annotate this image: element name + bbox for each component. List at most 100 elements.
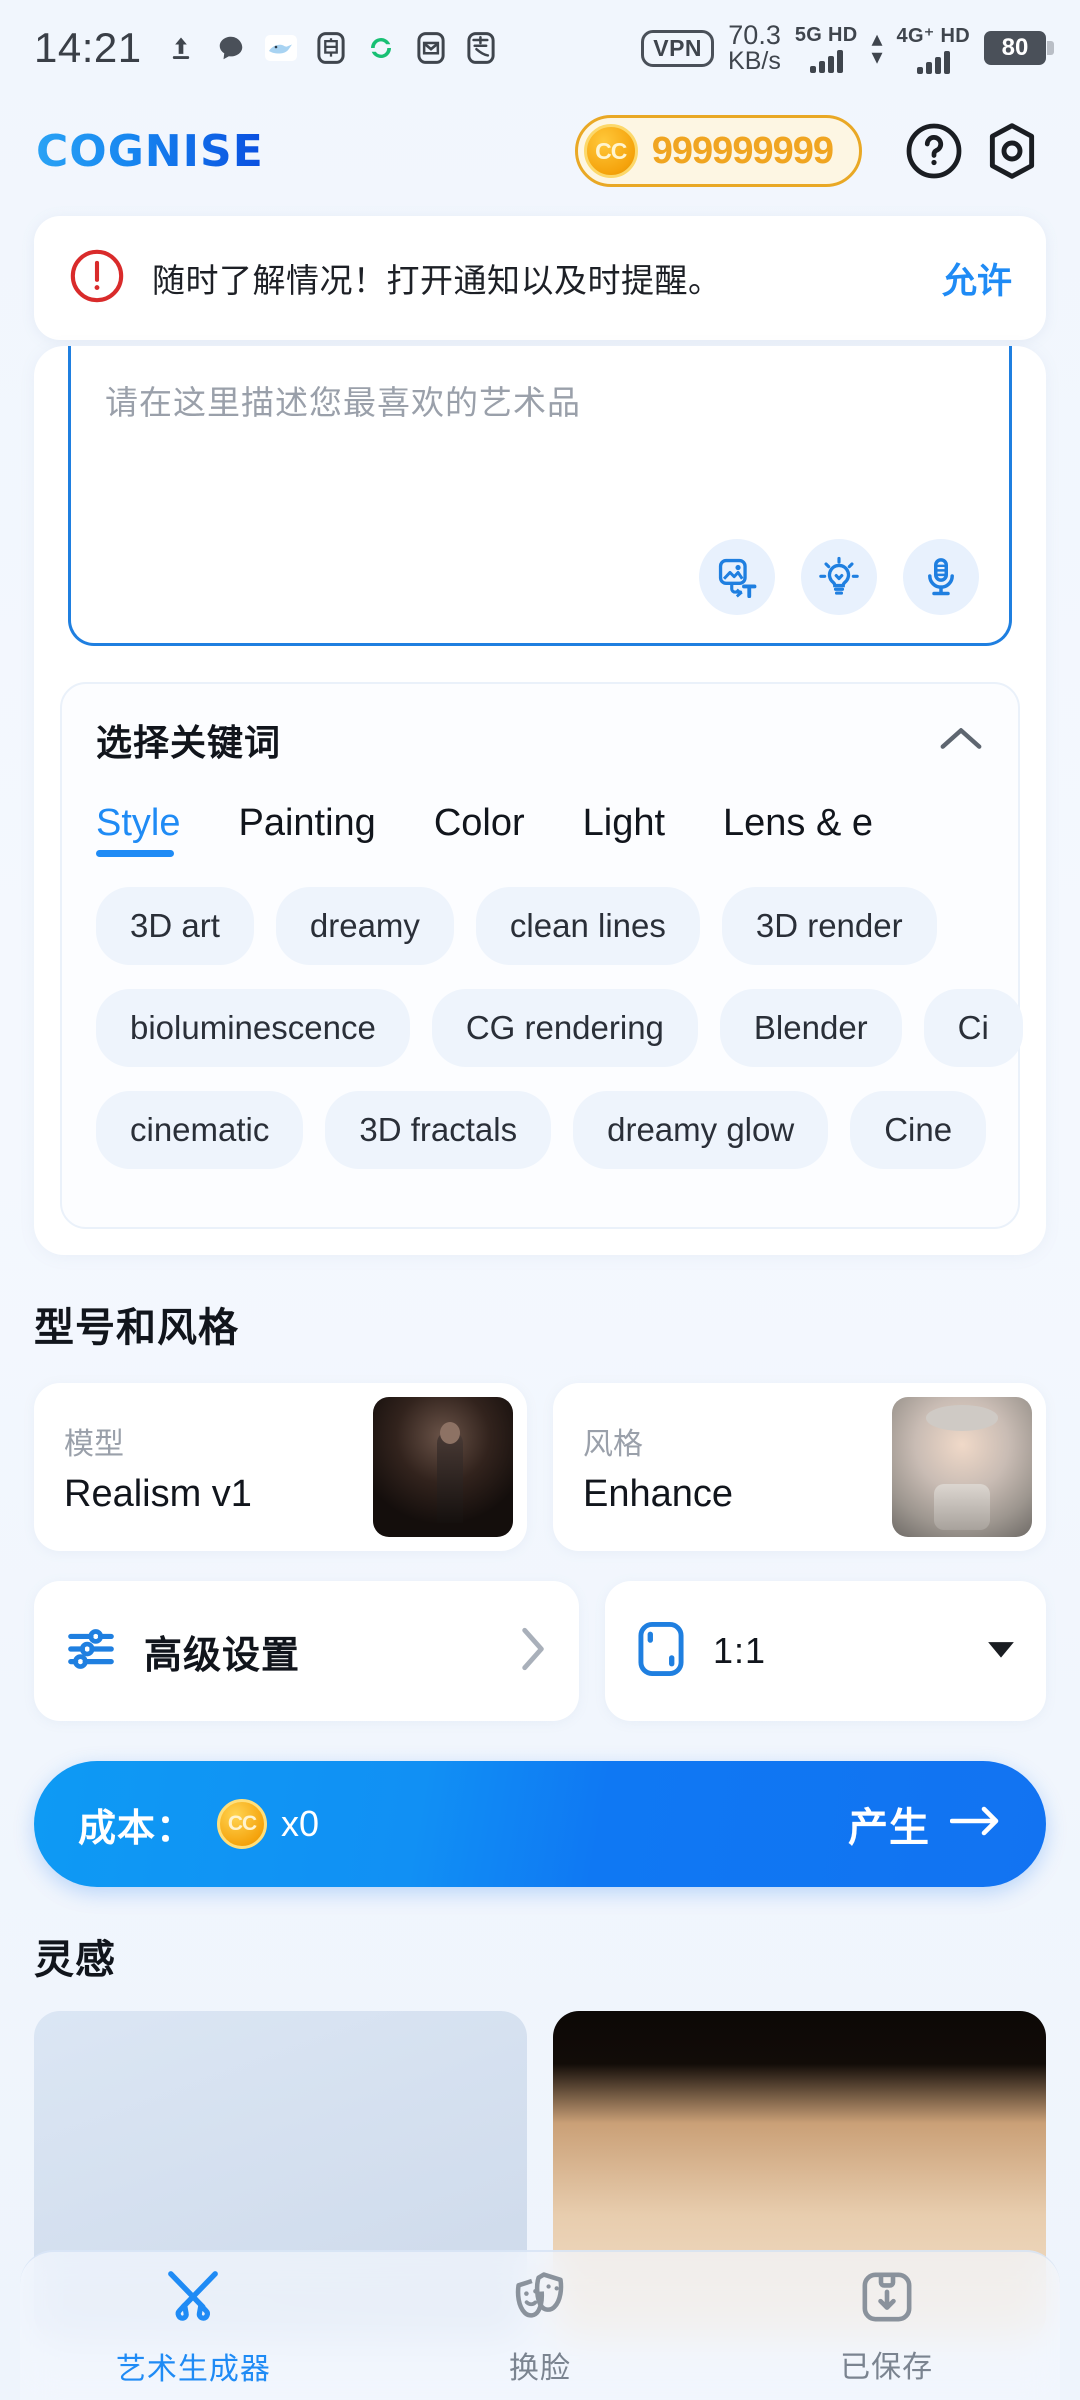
status-bar-clock: 14:21 bbox=[34, 24, 142, 71]
keywords-panel: 选择关键词 Style Painting Color Light Lens & … bbox=[60, 682, 1023, 1229]
keyword-chip[interactable]: clean lines bbox=[475, 887, 700, 965]
aspect-ratio-value: 1:1 bbox=[712, 1630, 766, 1671]
keyword-chip[interactable]: 3D art bbox=[96, 887, 254, 965]
keyword-chip[interactable]: CG rendering bbox=[431, 989, 698, 1067]
caret-down-icon bbox=[986, 1638, 1016, 1665]
generate-cost-label: 成本： bbox=[78, 1807, 196, 1850]
style-card-value: Enhance bbox=[583, 1472, 734, 1515]
sliders-icon bbox=[64, 1622, 118, 1681]
save-box-icon bbox=[857, 2267, 917, 2332]
credits-pill[interactable]: CC 999999999 bbox=[574, 115, 862, 187]
keyword-chip-row: bioluminescence CG rendering Blender Ci bbox=[96, 989, 1023, 1067]
battery-level: 80 bbox=[1001, 34, 1029, 61]
keyword-chip[interactable]: bioluminescence bbox=[96, 989, 410, 1067]
chat-bubble-icon bbox=[214, 31, 248, 65]
model-card-texts: 模型 Realism v1 bbox=[64, 1419, 373, 1516]
question-mark-icon bbox=[906, 123, 962, 179]
prompt-card: 请在这里描述您最喜欢的艺术品 选择关键词 Style Painting Colo… bbox=[34, 346, 1046, 1255]
nav-label-face-swap: 换脸 bbox=[509, 2351, 571, 2385]
keyword-chip[interactable]: Ci bbox=[923, 989, 1023, 1067]
nav-item-art-generator[interactable]: 艺术生成器 bbox=[20, 2265, 367, 2388]
app-screen: 14:21 VPN 70.3 KB/s 5G HD ▴ ▾ 4G⁺ HD 80 … bbox=[0, 0, 1080, 2400]
vpn-indicator: VPN bbox=[641, 29, 715, 67]
network-speed-unit: KB/s bbox=[728, 47, 781, 75]
keywords-tabs: Style Painting Color Light Lens & e bbox=[62, 766, 1018, 857]
hexagon-profile-icon bbox=[989, 123, 1035, 179]
alipay-icon bbox=[464, 31, 498, 65]
network-speed-value: 70.3 bbox=[728, 20, 781, 50]
model-style-section-title: 型号和风格 bbox=[34, 1306, 239, 1350]
keyword-chip[interactable]: cinematic bbox=[96, 1091, 304, 1169]
keywords-header[interactable]: 选择关键词 bbox=[62, 714, 1018, 766]
image-to-text-icon bbox=[718, 558, 757, 598]
prompt-placeholder: 请在这里描述您最喜欢的艺术品 bbox=[105, 384, 581, 421]
status-bar-notification-icons bbox=[164, 31, 498, 65]
notification-message: 随时了解情况！打开通知以及时提醒。 bbox=[152, 262, 722, 299]
prompt-textarea[interactable]: 请在这里描述您最喜欢的艺术品 bbox=[68, 346, 1012, 646]
keyword-chip-row: 3D art dreamy clean lines 3D render bbox=[96, 887, 1018, 965]
generate-cost-value: x0 bbox=[281, 1803, 320, 1844]
sim2-label: 4G⁺ HD bbox=[896, 24, 970, 47]
model-card-label: 模型 bbox=[64, 1427, 124, 1461]
help-button[interactable] bbox=[902, 119, 966, 183]
inspiration-section-title: 灵感 bbox=[34, 1938, 116, 1982]
keyword-chip[interactable]: Cine bbox=[850, 1091, 987, 1169]
status-bar-system-icons: VPN 70.3 KB/s 5G HD ▴ ▾ 4G⁺ HD 80 bbox=[641, 20, 1054, 75]
nav-label-art-generator: 艺术生成器 bbox=[115, 2352, 271, 2386]
microphone-icon bbox=[928, 558, 954, 596]
app-header: COGNISE CC 999999999 bbox=[0, 96, 1080, 206]
chevron-right-icon bbox=[517, 1624, 549, 1679]
status-bar: 14:21 VPN 70.3 KB/s 5G HD ▴ ▾ 4G⁺ HD 80 bbox=[0, 0, 1080, 96]
credits-amount: 999999999 bbox=[651, 129, 834, 172]
sim1-bars-icon bbox=[809, 49, 843, 73]
nav-item-saved[interactable]: 已保存 bbox=[713, 2267, 1060, 2386]
nav-label-saved: 已保存 bbox=[840, 2350, 934, 2384]
bottom-navigation: 艺术生成器 换脸 已保存 bbox=[20, 2250, 1060, 2400]
inspire-button[interactable] bbox=[801, 539, 877, 615]
model-card-value: Realism v1 bbox=[64, 1472, 252, 1515]
chevron-up-icon[interactable] bbox=[938, 723, 984, 758]
keywords-tab-painting[interactable]: Painting bbox=[238, 802, 375, 857]
voice-input-button[interactable] bbox=[903, 539, 979, 615]
keywords-tab-style[interactable]: Style bbox=[96, 802, 180, 857]
keywords-tab-color[interactable]: Color bbox=[434, 802, 525, 857]
notification-allow-button[interactable]: 允许 bbox=[942, 253, 1012, 304]
keyword-chip[interactable]: dreamy glow bbox=[573, 1091, 829, 1169]
sync-icon bbox=[364, 31, 398, 65]
keyword-chip[interactable]: Blender bbox=[719, 989, 902, 1067]
keyword-chip-rows: 3D art dreamy clean lines 3D render biol… bbox=[62, 857, 1023, 1169]
sim2-bars-icon bbox=[916, 50, 950, 74]
model-style-row: 模型 Realism v1 风格 Enhance bbox=[34, 1383, 1046, 1551]
nav-item-face-swap[interactable]: 换脸 bbox=[367, 2266, 714, 2387]
image-to-text-button[interactable] bbox=[699, 539, 775, 615]
lightbulb-inspire-icon bbox=[819, 556, 859, 595]
arrow-right-icon bbox=[949, 1800, 1002, 1848]
style-preview-thumbnail bbox=[892, 1397, 1032, 1537]
keywords-title: 选择关键词 bbox=[96, 722, 282, 763]
style-card-texts: 风格 Enhance bbox=[583, 1419, 892, 1516]
style-card-label: 风格 bbox=[583, 1427, 643, 1461]
magic-brush-icon bbox=[161, 2265, 225, 2334]
keyword-chip[interactable]: 3D render bbox=[721, 887, 937, 965]
bank-app-icon bbox=[314, 31, 348, 65]
keywords-tab-light[interactable]: Light bbox=[583, 802, 665, 857]
model-card[interactable]: 模型 Realism v1 bbox=[34, 1383, 527, 1551]
mail-icon bbox=[414, 31, 448, 65]
aspect-ratio-icon bbox=[635, 1620, 687, 1683]
style-card[interactable]: 风格 Enhance bbox=[553, 1383, 1046, 1551]
credits-coin-icon: CC bbox=[583, 124, 638, 178]
generate-button[interactable]: 成本： CC x0 产生 bbox=[34, 1761, 1046, 1887]
keyword-chip[interactable]: dreamy bbox=[275, 887, 454, 965]
keyword-chip[interactable]: 3D fractals bbox=[325, 1091, 552, 1169]
settings-row: 高级设置 1:1 bbox=[34, 1581, 1046, 1721]
prompt-tools bbox=[699, 539, 979, 615]
profile-button[interactable] bbox=[980, 119, 1044, 183]
aspect-ratio-selector[interactable]: 1:1 bbox=[604, 1581, 1046, 1721]
data-transfer-icon: ▴ ▾ bbox=[871, 26, 883, 69]
keywords-tab-lens[interactable]: Lens & e bbox=[723, 802, 873, 857]
sim2-signal: 4G⁺ HD bbox=[897, 23, 970, 74]
generate-coin-icon: CC bbox=[217, 1799, 268, 1849]
notification-banner[interactable]: 随时了解情况！打开通知以及时提醒。 允许 bbox=[34, 216, 1046, 340]
generate-action-label: 产生 bbox=[848, 1806, 930, 1850]
advanced-settings-button[interactable]: 高级设置 bbox=[34, 1581, 579, 1721]
